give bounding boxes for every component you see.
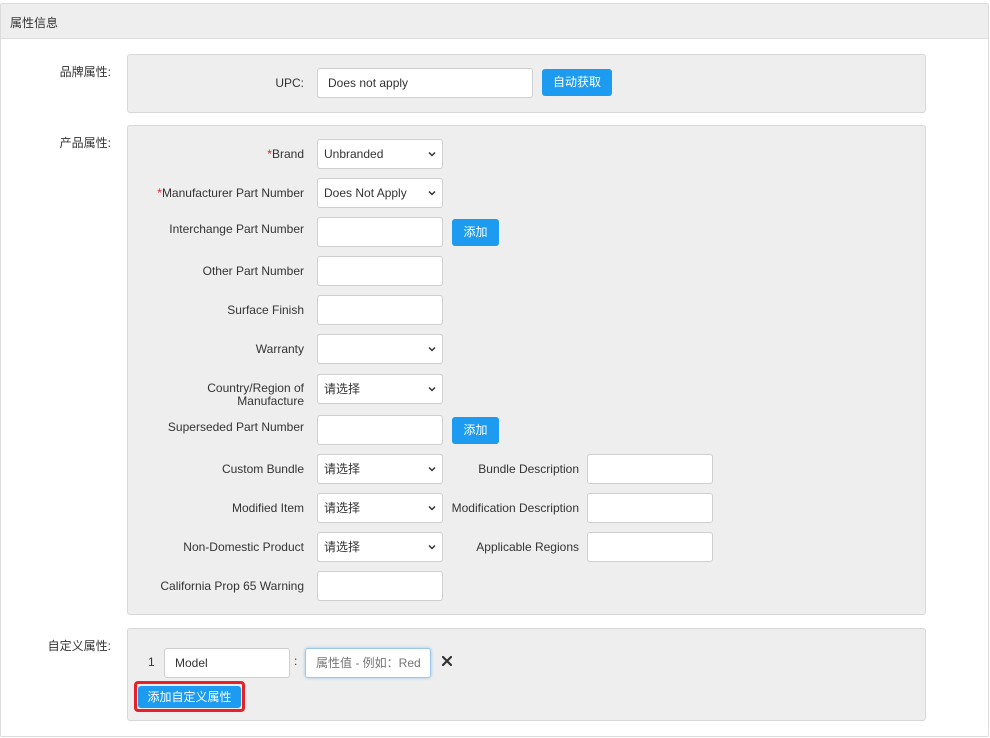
modified-item-select[interactable]: 请选择	[317, 493, 443, 523]
auto-fetch-button[interactable]: 自动获取	[542, 69, 612, 96]
prop65-label: California Prop 65 Warning	[160, 579, 304, 593]
custom-bundle-select[interactable]: 请选择	[317, 454, 443, 484]
other-part-label: Other Part Number	[202, 264, 304, 278]
product-section-box: *Brand Unbranded *Manufacturer Part Numb…	[127, 125, 926, 615]
non-domestic-label: Non-Domestic Product	[183, 540, 304, 554]
chevron-down-icon	[428, 466, 436, 472]
superseded-label: Superseded Part Number	[167, 420, 304, 434]
panel-title: 属性信息	[1, 4, 988, 39]
add-custom-attribute-button[interactable]: 添加自定义属性	[138, 686, 241, 708]
mpn-select[interactable]: Does Not Apply	[317, 178, 443, 208]
upc-input[interactable]	[317, 68, 533, 98]
chevron-down-icon	[428, 505, 436, 511]
custom-row-index: 1	[148, 655, 155, 669]
chevron-down-icon	[428, 151, 436, 157]
bundle-description-label: Bundle Description	[478, 462, 579, 476]
custom-section-label: 自定义属性:	[47, 639, 111, 653]
modification-description-input[interactable]	[587, 493, 713, 523]
modification-description-label: Modification Description	[451, 501, 579, 515]
interchange-input[interactable]	[317, 217, 443, 247]
superseded-add-button[interactable]: 添加	[452, 417, 499, 444]
modified-item-label: Modified Item	[231, 501, 304, 515]
chevron-down-icon	[428, 544, 436, 550]
interchange-label: Interchange Part Number	[169, 222, 304, 236]
custom-section-box: 1 : 添加自定义属性	[127, 628, 926, 721]
mpn-label: *Manufacturer Part Number	[157, 186, 304, 200]
interchange-add-button[interactable]: 添加	[452, 219, 499, 246]
bundle-description-input[interactable]	[587, 454, 713, 484]
surface-finish-input[interactable]	[317, 295, 443, 325]
upc-label: UPC:	[275, 76, 304, 90]
applicable-regions-label: Applicable Regions	[476, 540, 579, 554]
other-part-input[interactable]	[317, 256, 443, 286]
surface-finish-label: Surface Finish	[227, 303, 304, 317]
chevron-down-icon	[428, 346, 436, 352]
country-label: Country/Region of Manufacture	[207, 381, 304, 408]
close-icon[interactable]	[442, 656, 452, 666]
warranty-select[interactable]	[317, 334, 443, 364]
brand-section-label: 品牌属性:	[59, 65, 111, 79]
brand-label: *Brand	[267, 147, 304, 161]
custom-bundle-label: Custom Bundle	[221, 462, 304, 476]
attribute-panel: 属性信息 品牌属性: UPC: 自动获取 产品属性: *Brand Unbran…	[0, 3, 989, 737]
non-domestic-select[interactable]: 请选择	[317, 532, 443, 562]
brand-select[interactable]: Unbranded	[317, 139, 443, 169]
prop65-input[interactable]	[317, 571, 443, 601]
custom-row-separator: :	[294, 654, 298, 668]
warranty-label: Warranty	[255, 342, 304, 356]
country-select[interactable]: 请选择	[317, 374, 443, 404]
custom-value-input[interactable]	[305, 648, 431, 678]
product-section-label: 产品属性:	[59, 136, 111, 150]
superseded-input[interactable]	[317, 415, 443, 445]
brand-section-box: UPC: 自动获取	[127, 54, 926, 113]
applicable-regions-input[interactable]	[587, 532, 713, 562]
chevron-down-icon	[428, 190, 436, 196]
chevron-down-icon	[428, 386, 436, 392]
custom-name-input[interactable]	[164, 648, 290, 678]
